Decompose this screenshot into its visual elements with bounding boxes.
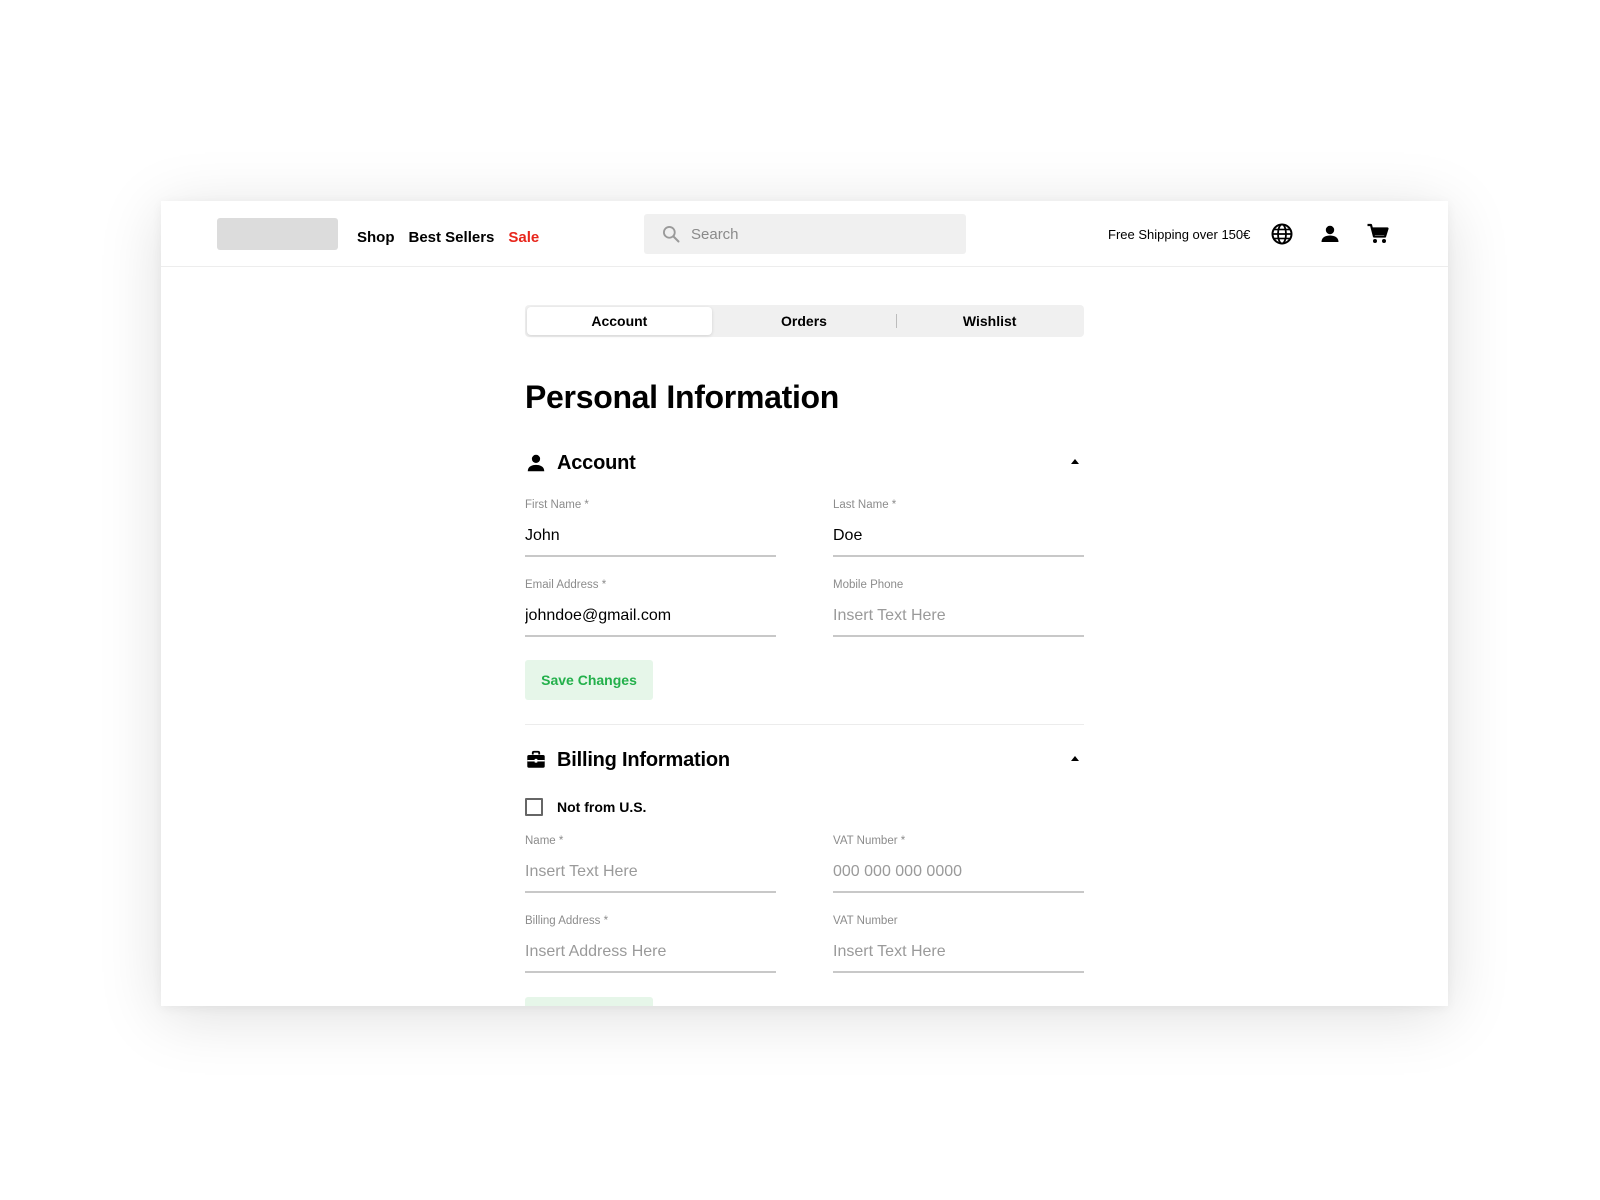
billing-address-input[interactable] (525, 933, 776, 973)
briefcase-icon (527, 750, 545, 768)
billing-save-button[interactable] (525, 997, 653, 1006)
billing-name-input[interactable] (525, 853, 776, 893)
tab-account[interactable]: Account (527, 307, 712, 335)
search-input[interactable] (691, 225, 931, 243)
shipping-banner: Free Shipping over 150€ (1108, 227, 1251, 242)
search-icon (663, 226, 680, 243)
billing-section-title: Billing Information (557, 748, 730, 771)
mobile-phone-field: Mobile Phone (833, 579, 1084, 637)
field-label: Name * (525, 835, 564, 847)
search-bar (644, 214, 966, 254)
billing-name-field: Name * (525, 835, 776, 893)
account-section-header[interactable]: Account (525, 448, 1084, 478)
field-label: VAT Number * (833, 835, 906, 847)
collapse-caret-icon[interactable] (1071, 459, 1079, 464)
user-icon[interactable] (1318, 222, 1342, 246)
save-changes-button[interactable]: Save Changes (525, 660, 653, 700)
not-from-us-checkbox[interactable] (525, 798, 543, 816)
account-section-title: Account (557, 451, 636, 474)
nav-sale[interactable]: Sale (508, 229, 539, 246)
cart-icon[interactable] (1366, 222, 1390, 246)
vat-number-field: VAT Number (833, 915, 1084, 973)
first-name-field: First Name * (525, 499, 776, 557)
field-label: Mobile Phone (833, 579, 904, 591)
last-name-field: Last Name * (833, 499, 1084, 557)
not-from-us-option[interactable]: Not from U.S. (525, 798, 646, 816)
page-title: Personal Information (525, 379, 840, 415)
section-divider (525, 724, 1084, 725)
billing-address-field: Billing Address * (525, 915, 776, 973)
tab-orders[interactable]: Orders (712, 307, 897, 335)
checkbox-label: Not from U.S. (557, 799, 647, 815)
main-nav: Shop Best Sellers Sale (357, 229, 539, 246)
mobile-phone-input[interactable] (833, 597, 1084, 637)
nav-shop[interactable]: Shop (357, 229, 395, 246)
email-input[interactable] (525, 597, 776, 637)
billing-section-header[interactable]: Billing Information (525, 745, 1084, 775)
user-icon (527, 454, 545, 472)
field-label: VAT Number (833, 915, 898, 927)
first-name-input[interactable] (525, 517, 776, 557)
field-label: Last Name * (833, 499, 897, 511)
account-tabs: Account Orders Wishlist (525, 305, 1084, 337)
last-name-input[interactable] (833, 517, 1084, 557)
field-label: First Name * (525, 499, 589, 511)
vat-number-input[interactable] (833, 933, 1084, 973)
email-field: Email Address * (525, 579, 776, 637)
vat-number-required-field: VAT Number * (833, 835, 1084, 893)
field-label: Email Address * (525, 579, 607, 591)
collapse-caret-icon[interactable] (1071, 756, 1079, 761)
field-label: Billing Address * (525, 915, 609, 927)
nav-best-sellers[interactable]: Best Sellers (409, 229, 495, 246)
tab-wishlist[interactable]: Wishlist (897, 307, 1082, 335)
globe-icon[interactable] (1270, 222, 1294, 246)
app-window: Shop Best Sellers Sale Free Shipping ove… (161, 201, 1448, 1006)
top-navigation-bar: Shop Best Sellers Sale Free Shipping ove… (161, 201, 1448, 267)
vat-number-required-input[interactable] (833, 853, 1084, 893)
logo-placeholder[interactable] (217, 218, 338, 250)
